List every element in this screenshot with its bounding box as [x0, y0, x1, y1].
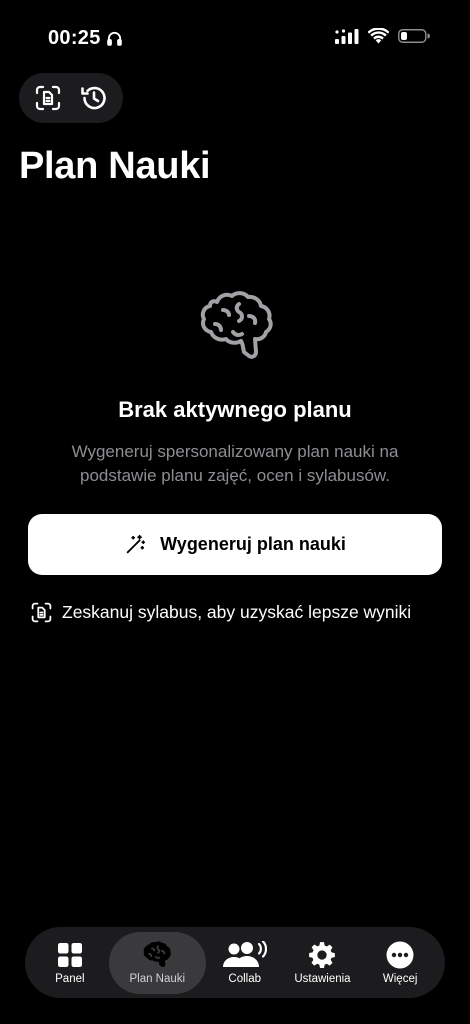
tab-label: Więcej	[382, 972, 418, 985]
more-icon	[386, 941, 414, 968]
tab-label: Collab	[228, 972, 262, 985]
wifi-icon	[368, 28, 389, 44]
magic-wand-icon	[126, 534, 146, 553]
tab-panel[interactable]: Panel	[31, 932, 109, 994]
grid-icon	[57, 942, 82, 967]
gear-icon	[309, 941, 336, 968]
tab-label: Ustawienia	[294, 972, 351, 985]
people-icon	[222, 940, 267, 967]
page-title: Plan Nauki	[19, 145, 211, 187]
battery-icon	[398, 29, 430, 43]
cellular-signal-icon	[335, 29, 359, 44]
generate-plan-button[interactable]: Wygeneruj plan nauki	[28, 514, 442, 575]
tab-plan-nauki[interactable]: Plan Nauki	[108, 931, 206, 994]
scan-document-icon	[31, 602, 52, 623]
scan-syllabus-label: Zeskanuj sylabus, aby uzyskać lepsze wyn…	[62, 602, 412, 622]
headphones-icon	[106, 31, 122, 46]
brain-icon	[143, 940, 172, 967]
history-icon	[81, 86, 106, 110]
generate-plan-label: Wygeneruj plan nauki	[160, 534, 346, 554]
status-indicators	[335, 28, 430, 44]
tab-collab[interactable]: Collab	[206, 932, 284, 994]
tab-ustawienia[interactable]: Ustawienia	[284, 932, 362, 994]
tab-bar: Panel Plan Nauki Collab Ustawienia Więce…	[25, 927, 445, 998]
status-time: 00:25	[48, 27, 123, 50]
status-time-text: 00:25	[48, 27, 101, 49]
tab-label: Panel	[55, 972, 85, 985]
empty-state-title: Brak aktywnego planu	[118, 397, 352, 422]
history-button[interactable]	[74, 78, 114, 118]
top-actions-pill	[19, 73, 123, 123]
tab-wiecej[interactable]: Więcej	[361, 932, 439, 994]
brain-icon	[200, 291, 273, 359]
tab-label: Plan Nauki	[129, 972, 186, 985]
scan-document-icon	[35, 85, 61, 111]
status-bar: 00:25	[0, 0, 470, 60]
empty-state-description: Wygeneruj spersonalizowany plan nauki na…	[71, 442, 399, 485]
scan-document-button[interactable]	[28, 78, 68, 118]
scan-syllabus-link[interactable]: Zeskanuj sylabus, aby uzyskać lepsze wyn…	[31, 602, 411, 623]
